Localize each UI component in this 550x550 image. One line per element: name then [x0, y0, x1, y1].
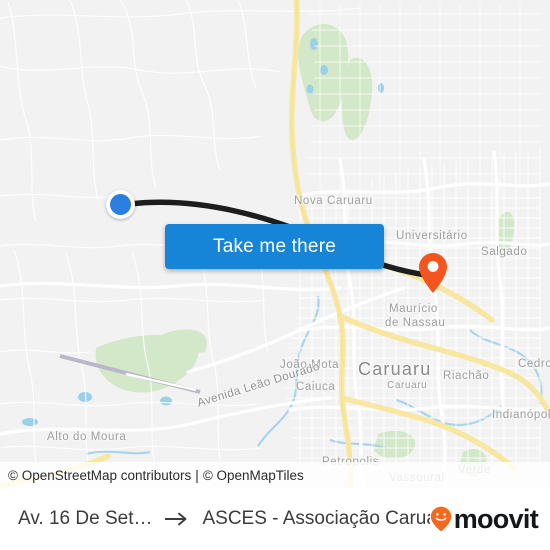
footer-destination-name[interactable]: ASCES - Associação Caruaruense … [202, 508, 429, 530]
take-me-there-button[interactable]: Take me there [165, 224, 384, 269]
map-attribution: © OpenStreetMap contributors | © OpenMap… [0, 462, 550, 488]
moovit-wordmark: moovit [453, 503, 539, 534]
moovit-logo[interactable]: moovit [430, 503, 550, 534]
attribution-maptiles[interactable]: © OpenMapTiles [203, 468, 304, 483]
destination-pin-marker[interactable] [418, 252, 448, 294]
attribution-separator: | [195, 467, 199, 483]
attribution-osm[interactable]: © OpenStreetMap contributors [0, 468, 191, 483]
map-canvas[interactable]: Nova Caruaru Universitário Salgado Maurício… [0, 0, 550, 488]
origin-dot-marker[interactable] [106, 190, 135, 219]
arrow-right-icon [152, 512, 202, 526]
route-footer: Av. 16 De Set… ASCES - Associação Caruar… [0, 488, 550, 550]
moovit-route-card: Nova Caruaru Universitário Salgado Maurício… [0, 0, 550, 550]
take-me-there-label: Take me there [213, 235, 336, 257]
footer-origin-name[interactable]: Av. 16 De Set… [0, 508, 152, 530]
moovit-pin-icon [430, 506, 452, 532]
origin-dot-inner [110, 194, 131, 215]
